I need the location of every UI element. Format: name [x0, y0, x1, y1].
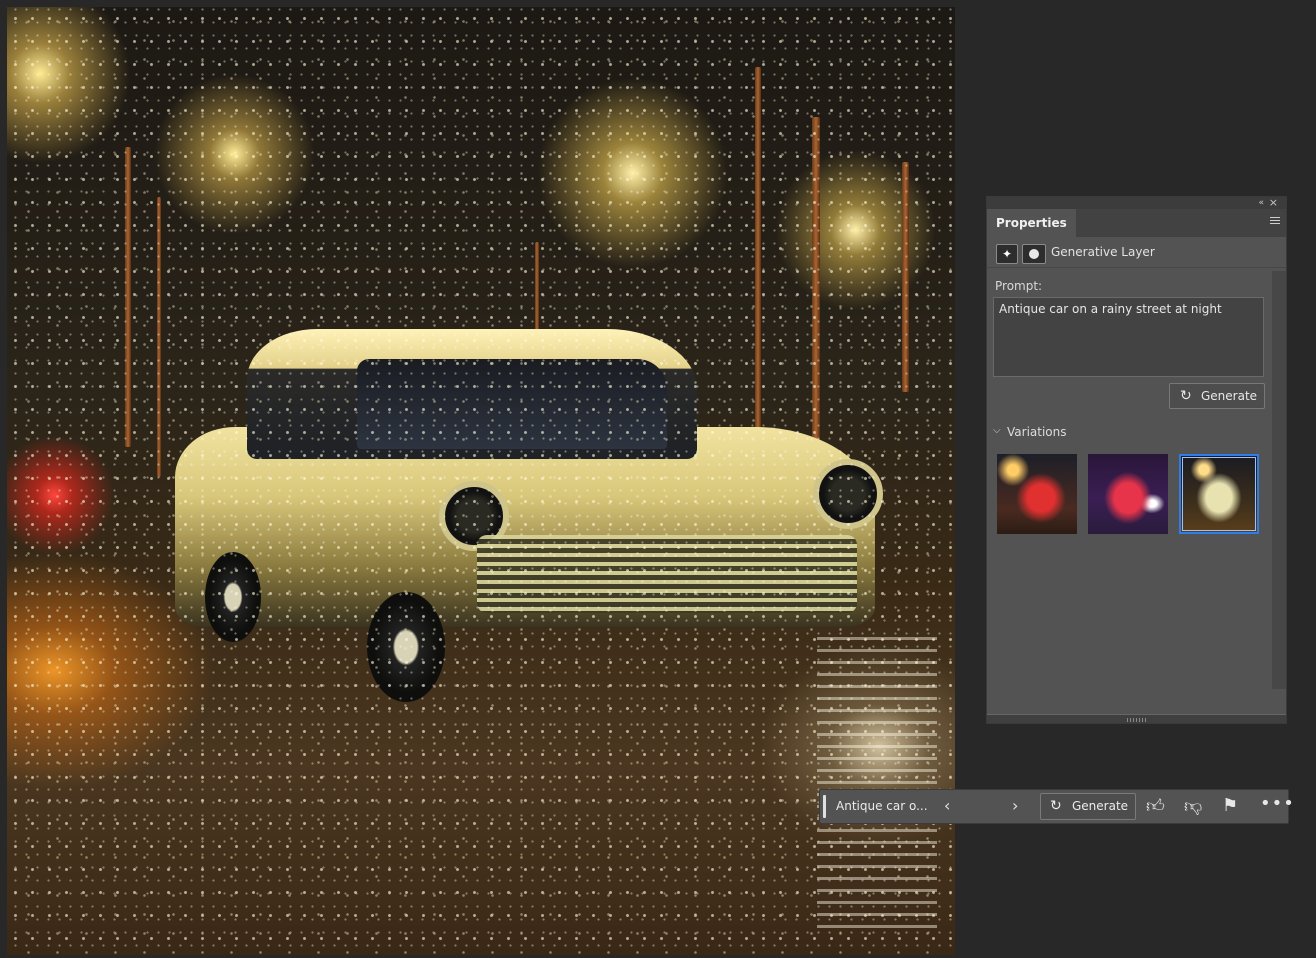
flag-icon[interactable]: ⚑ [1222, 795, 1238, 816]
panel-resize-bar[interactable] [987, 714, 1286, 723]
generate-sparkle-icon: ↻ [1180, 388, 1192, 404]
contextual-task-bar: Antique car o... ‹ › ↻ Generate 👍︎ 👎︎ ⚑ … [819, 789, 1294, 824]
variation-thumbnail-2[interactable] [1088, 454, 1168, 534]
collapse-panel-icon[interactable]: « [1258, 197, 1264, 209]
prompt-label: Prompt: [995, 279, 1043, 293]
document-canvas[interactable] [7, 7, 955, 955]
panel-header-strip: « × [987, 197, 1286, 209]
thumbs-down-icon[interactable]: 👎︎ [1184, 795, 1202, 817]
thumbs-up-icon[interactable]: 👍︎ [1146, 795, 1165, 817]
next-variation-icon[interactable]: › [1012, 796, 1018, 815]
more-icon[interactable]: ••• [1260, 793, 1295, 814]
taskbar-generate-label: Generate [1072, 799, 1129, 813]
previous-variation-icon[interactable]: ‹ [944, 796, 950, 815]
generative-layer-icon: ✦ [996, 244, 1018, 264]
close-panel-icon[interactable]: × [1269, 197, 1278, 209]
panel-tab-bar: Properties [987, 209, 1286, 237]
panel-menu-icon[interactable] [1270, 217, 1280, 227]
variation-thumbnail-3-selected[interactable] [1179, 454, 1259, 534]
layer-name: Generative Layer [1051, 245, 1155, 259]
rain-overlay [7, 7, 955, 955]
generate-button-label: Generate [1201, 389, 1258, 403]
variations-label[interactable]: Variations [1007, 425, 1067, 439]
taskbar-drag-handle[interactable] [823, 795, 826, 818]
layer-row: ✦ Generative Layer [987, 237, 1286, 268]
chevron-down-icon[interactable]: ⌵ [993, 425, 1001, 436]
resize-grip-icon[interactable] [1127, 718, 1147, 722]
taskbar-prompt-field[interactable]: Antique car o... [836, 799, 928, 813]
generate-sparkle-icon: ↻ [1050, 798, 1062, 814]
properties-panel: « × Properties ✦ Generative Layer Prompt… [986, 196, 1287, 724]
variation-thumbnail-1[interactable] [997, 454, 1077, 534]
panel-scrollbar[interactable] [1272, 271, 1286, 689]
prompt-input[interactable]: Antique car on a rainy street at night [993, 297, 1264, 377]
generate-button[interactable]: ↻ Generate [1169, 383, 1265, 409]
tab-properties[interactable]: Properties [987, 209, 1076, 237]
layer-mask-icon [1022, 244, 1046, 264]
taskbar-generate-button[interactable]: ↻ Generate [1040, 793, 1136, 820]
